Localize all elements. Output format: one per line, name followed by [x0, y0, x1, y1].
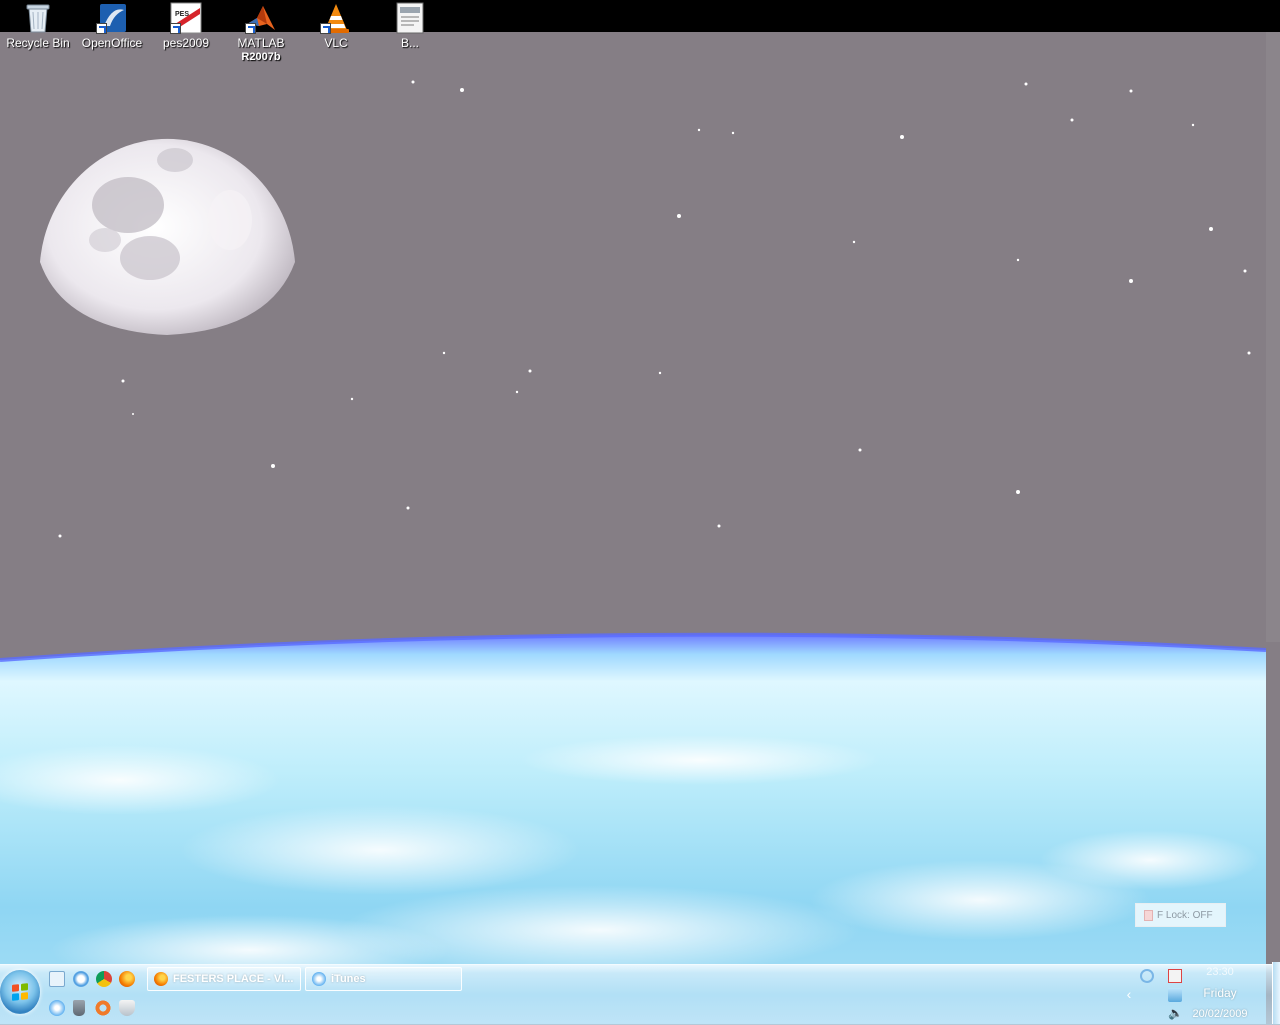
- clock-date[interactable]: 20/02/2009: [1186, 1008, 1254, 1020]
- chrome-icon[interactable]: [96, 971, 112, 987]
- lifesaver-icon[interactable]: [95, 1000, 111, 1016]
- desktop-icon-pes2009[interactable]: PES pes2009: [148, 0, 224, 50]
- svg-text:PES: PES: [175, 11, 189, 18]
- firefox-icon: [154, 972, 168, 986]
- display-icon[interactable]: [1168, 988, 1182, 1002]
- desktop-icon-label: Recycle Bin: [6, 36, 70, 50]
- desktop-icon-label: MATLAB: [237, 36, 285, 50]
- volume-icon[interactable]: 🔈: [1168, 1006, 1183, 1020]
- start-button[interactable]: [0, 970, 40, 1014]
- pes2009-icon: PES: [170, 2, 202, 34]
- desktop-wallpaper: [0, 0, 1280, 1024]
- openoffice-icon: [96, 2, 128, 34]
- desktop-icon-vlc[interactable]: VLC: [298, 0, 374, 50]
- shortcut-arrow-icon: [170, 23, 181, 34]
- ie-icon[interactable]: [73, 971, 89, 987]
- clock-time[interactable]: 23:30: [1196, 966, 1244, 978]
- taskbar-button-itunes[interactable]: iTunes: [305, 967, 462, 991]
- desktop-icon-label: pes2009: [162, 36, 210, 50]
- clock-day[interactable]: Friday: [1190, 986, 1250, 1000]
- shortcut-arrow-icon: [96, 23, 107, 34]
- desktop-icon-matlab[interactable]: MATLAB R2007b: [223, 0, 299, 64]
- keyboard-icon: [1144, 909, 1153, 921]
- desktop-icon-recycle-bin[interactable]: Recycle Bin: [0, 0, 76, 50]
- desktop-icon-label-line2: R2007b: [241, 51, 281, 63]
- desktop-icon-label: B...: [400, 36, 419, 50]
- document-icon: [394, 2, 426, 34]
- shortcut-arrow-icon: [245, 23, 256, 34]
- taskbar-button-label: iTunes: [331, 973, 366, 985]
- flock-indicator: F Lock: OFF: [1135, 903, 1226, 927]
- desktop-right-strip: [1266, 32, 1280, 642]
- show-desktop-icon[interactable]: [49, 971, 65, 987]
- recycle-bin-icon: [22, 2, 54, 34]
- desktop-icon-openoffice[interactable]: OpenOffice: [74, 0, 150, 50]
- itunes-icon: [312, 972, 326, 986]
- shield-icon[interactable]: [119, 1000, 135, 1016]
- desktop-icon-label: OpenOffice: [81, 36, 143, 50]
- firefox-icon[interactable]: [119, 971, 135, 987]
- windows-logo-icon: [12, 983, 28, 1001]
- taskbar-button-label: FESTERS PLACE - VI...: [173, 973, 294, 985]
- bin-icon[interactable]: [73, 1000, 85, 1016]
- tray-expand-chevron-icon[interactable]: ‹: [1122, 986, 1136, 1002]
- matlab-icon: [245, 2, 277, 34]
- itunes-icon[interactable]: [49, 1000, 65, 1016]
- flock-label: F Lock: OFF: [1157, 909, 1213, 921]
- network-icon[interactable]: [1140, 969, 1154, 983]
- shortcut-arrow-icon: [320, 23, 331, 34]
- desktop-icon-b[interactable]: B...: [372, 0, 448, 50]
- vlc-icon: [320, 2, 352, 34]
- antivirus-icon[interactable]: [1168, 969, 1182, 983]
- desktop-icon-label: VLC: [324, 36, 348, 50]
- taskbar-button-firefox[interactable]: FESTERS PLACE - VI...: [147, 967, 301, 991]
- show-desktop-button[interactable]: [1272, 962, 1280, 1024]
